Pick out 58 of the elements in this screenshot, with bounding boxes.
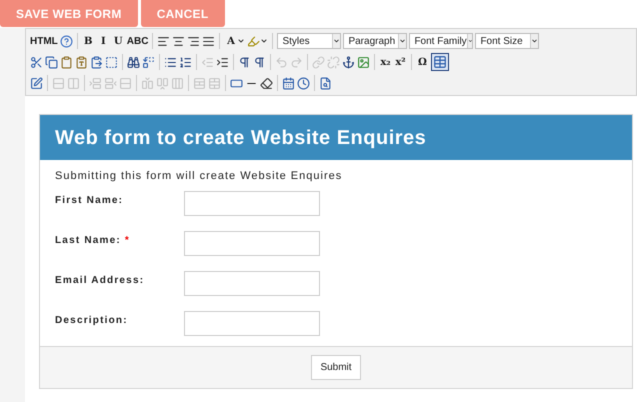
anchor-icon[interactable]	[342, 56, 355, 68]
align-justify-icon[interactable]	[202, 34, 216, 48]
text-field[interactable]	[184, 190, 320, 216]
indent-icon[interactable]	[216, 56, 229, 68]
toolbar-button[interactable]: B	[82, 32, 95, 50]
caret-icon	[398, 34, 406, 48]
cut-icon[interactable]	[30, 56, 43, 68]
caret-icon	[530, 34, 538, 48]
image-icon[interactable]	[357, 56, 370, 68]
replace-icon[interactable]	[142, 56, 155, 68]
select-all-icon[interactable]	[105, 56, 118, 68]
toolbar-button[interactable]: x²	[394, 53, 407, 71]
toolbar-button[interactable]: x₂	[379, 53, 392, 71]
edit-icon[interactable]	[30, 76, 43, 90]
copy-icon[interactable]	[45, 56, 58, 68]
horizontal-bar-icon[interactable]	[230, 76, 243, 90]
toolbar-button[interactable]: HTML	[30, 32, 58, 50]
clock-icon[interactable]	[297, 76, 310, 90]
help-icon[interactable]	[60, 34, 73, 48]
align-left-icon[interactable]	[157, 34, 170, 48]
toolbar-button[interactable]: Ω	[416, 53, 429, 71]
find-icon[interactable]	[127, 56, 140, 68]
field-label: Email Address:	[55, 274, 144, 288]
caret-icon	[332, 34, 340, 48]
paste-icon[interactable]	[60, 56, 73, 68]
toolbar-button[interactable]: ABC	[126, 32, 148, 50]
toolbar-button[interactable]: U	[112, 32, 125, 50]
text-field[interactable]	[184, 310, 320, 336]
caret-icon[interactable]	[260, 37, 268, 45]
pilcrow-icon[interactable]	[238, 56, 251, 68]
bullet-list-icon[interactable]	[164, 56, 177, 68]
form-intro: Submitting this form will create Website Enquires	[54, 169, 344, 184]
field-label: Description:	[55, 314, 128, 328]
pilcrow-icon[interactable]	[253, 56, 266, 68]
paste-word-icon[interactable]	[90, 56, 103, 68]
paste-text-icon[interactable]	[75, 56, 88, 68]
numbered-list-icon[interactable]	[179, 56, 192, 68]
submit-button[interactable]: Submit	[311, 354, 361, 380]
toolbar-dropdown[interactable]: Font Family	[409, 33, 474, 49]
toolbar-button[interactable]: A	[224, 32, 238, 50]
field-label: First Name:	[55, 194, 124, 208]
eraser-icon[interactable]	[260, 76, 273, 90]
text-field[interactable]	[184, 270, 320, 296]
table-icon[interactable]	[431, 53, 449, 71]
align-right-icon[interactable]	[187, 34, 200, 48]
calendar-icon[interactable]	[282, 76, 295, 90]
required-mark: *	[124, 234, 130, 248]
toolbar-dropdown[interactable]: Paragraph	[343, 33, 408, 49]
text-field[interactable]	[184, 230, 320, 256]
caret-icon[interactable]	[237, 37, 246, 45]
form-title: Web form to create Website Enquires	[55, 126, 426, 150]
field-label: Last Name:	[55, 234, 121, 248]
toolbar-dropdown[interactable]: Styles	[277, 33, 342, 49]
toolbar-button[interactable]: I	[96, 32, 110, 50]
toolbar-dropdown[interactable]: Font Size	[475, 33, 540, 49]
align-center-icon[interactable]	[172, 34, 186, 48]
caret-icon	[466, 34, 472, 48]
preview-icon[interactable]	[319, 76, 332, 90]
